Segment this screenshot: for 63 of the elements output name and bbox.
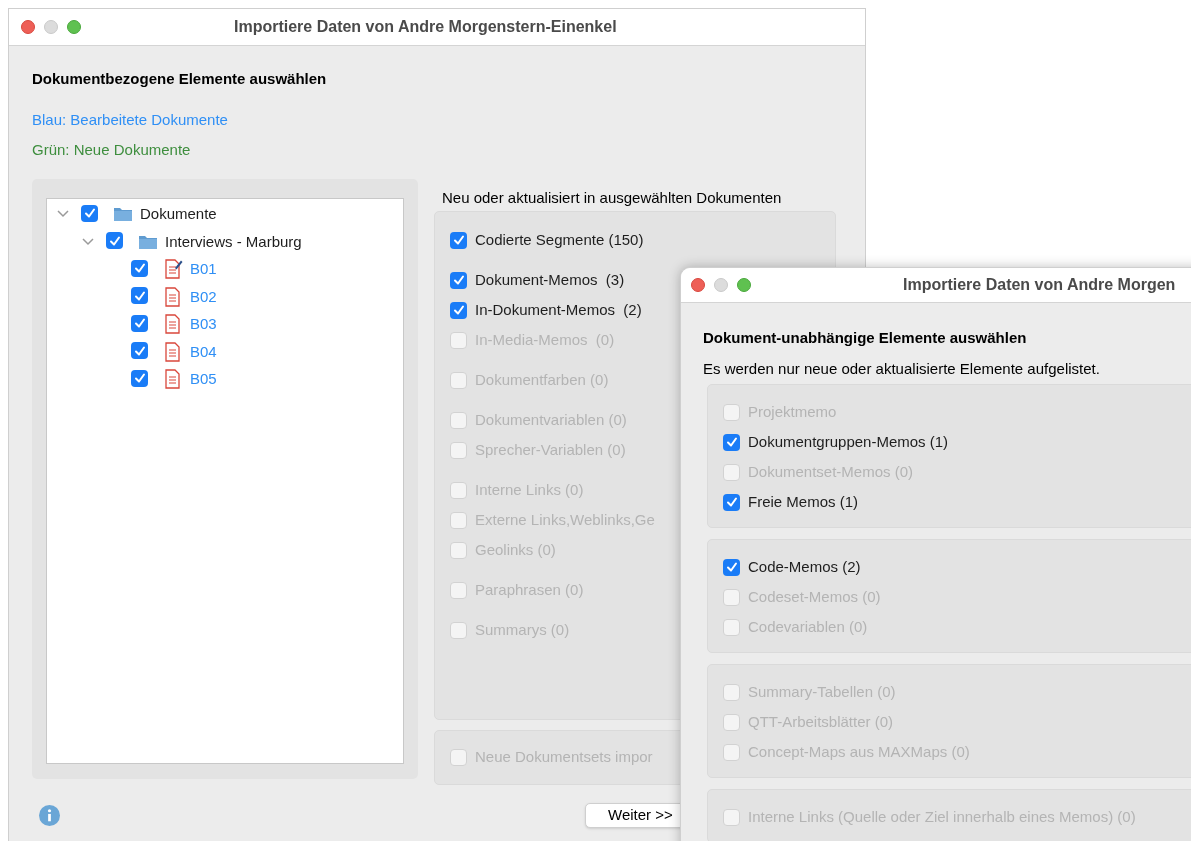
checkbox[interactable]	[450, 271, 467, 289]
checkbox[interactable]	[106, 232, 123, 250]
section-heading: Dokument-unabhängige Elemente auswählen	[703, 328, 1028, 348]
folder-icon	[138, 233, 158, 250]
option-label: Freie Memos (1)	[748, 491, 859, 512]
tree-item-label[interactable]: B05	[190, 368, 217, 391]
checkmark-icon	[725, 496, 738, 508]
tree-item-label[interactable]: B01	[190, 258, 217, 281]
chevron-down-icon[interactable]	[57, 210, 69, 219]
zoom-button[interactable]	[67, 20, 81, 34]
checkbox[interactable]	[450, 231, 467, 249]
close-button[interactable]	[21, 20, 35, 34]
checkmark-icon	[133, 289, 146, 302]
checkmark-icon	[133, 344, 146, 357]
legend-text: Blau: Bearbeitete Dokumente	[32, 109, 229, 130]
checkmark-icon	[133, 262, 146, 275]
zoom-button[interactable]	[737, 278, 751, 292]
folder-icon	[113, 206, 133, 223]
checkmark-icon	[133, 372, 146, 385]
info-icon[interactable]	[39, 805, 60, 826]
window-title: Importiere Daten von Andre Morgenstern-Einenkel	[234, 17, 617, 37]
checkmark-icon	[452, 234, 465, 246]
window-title: Importiere Daten von Andre Morgen	[903, 275, 1176, 295]
tree-item-label[interactable]: Interviews - Marburg	[165, 230, 302, 253]
checkbox[interactable]	[131, 342, 148, 360]
checkbox[interactable]	[723, 433, 740, 451]
checkmark-icon	[452, 274, 465, 286]
tree-item-label[interactable]: B02	[190, 285, 217, 308]
option-label: Codierte Segmente (150)	[475, 229, 644, 250]
checkmark-icon	[725, 561, 738, 573]
tree-item-label[interactable]: Dokumente	[140, 203, 217, 226]
document-icon	[163, 314, 183, 335]
checkbox[interactable]	[723, 558, 740, 576]
option-label: Code-Memos (2)	[748, 556, 861, 577]
checkbox[interactable]	[131, 314, 148, 332]
checkbox[interactable]	[131, 287, 148, 305]
minimize-button[interactable]	[714, 278, 728, 292]
checkbox[interactable]	[131, 369, 148, 387]
checkbox[interactable]	[450, 301, 467, 319]
option-label: Dokument-Memos (3)	[475, 269, 625, 290]
legend-text: Grün: Neue Dokumente	[32, 140, 192, 160]
chevron-down-icon[interactable]	[82, 237, 94, 246]
tree-item-label[interactable]: B04	[190, 340, 217, 363]
document-icon	[163, 341, 183, 362]
document-icon	[163, 286, 183, 307]
checkbox[interactable]	[723, 493, 740, 511]
options-label: Neu oder aktualisiert in ausgewählten Dokumenten	[442, 187, 783, 208]
section-heading: Dokumentbezogene Elemente auswählen	[32, 69, 328, 89]
checkmark-icon	[725, 436, 738, 448]
option-label: In-Dokument-Memos (2)	[475, 299, 642, 320]
checkmark-icon	[452, 304, 465, 316]
checkmark-icon	[83, 207, 96, 220]
document-pencil-icon	[163, 259, 183, 280]
checkbox[interactable]	[81, 204, 98, 222]
option-label: Dokumentgruppen-Memos (1)	[748, 431, 949, 452]
checkbox[interactable]	[131, 259, 148, 277]
subtitle-text: Es werden nur neue oder aktualisierte Elemente aufgelistet.	[703, 358, 1101, 379]
close-button[interactable]	[691, 278, 705, 292]
tree-item-label[interactable]: B03	[190, 313, 217, 336]
document-icon	[163, 369, 183, 390]
minimize-button[interactable]	[44, 20, 58, 34]
checkmark-icon	[108, 234, 121, 247]
checkmark-icon	[133, 317, 146, 330]
